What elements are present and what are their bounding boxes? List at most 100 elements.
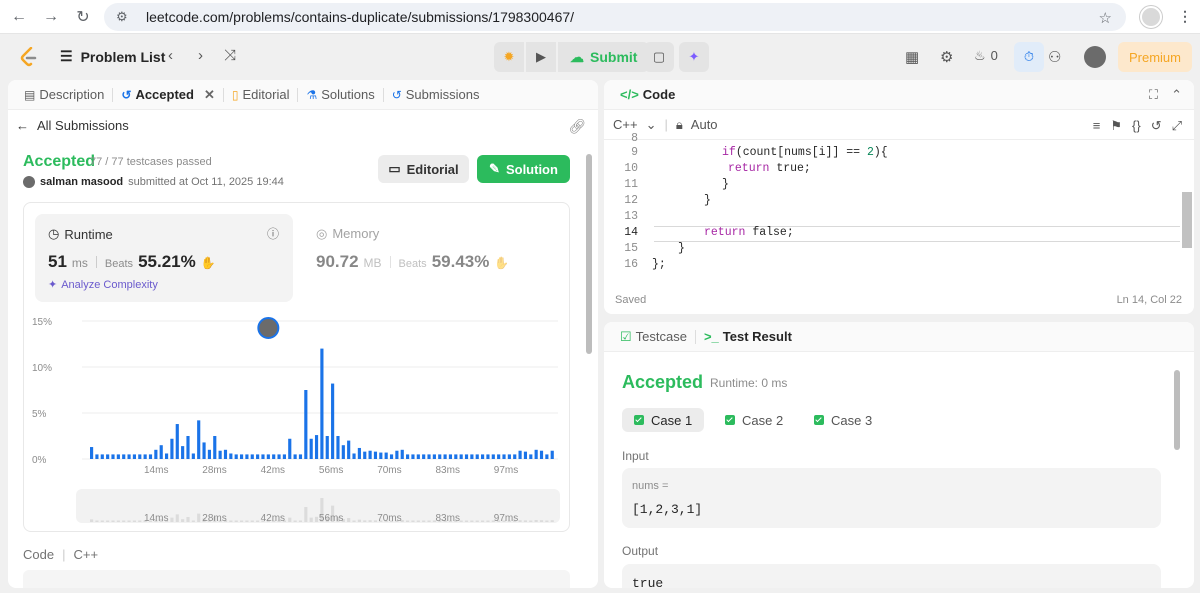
divider [389, 256, 391, 268]
streak-counter[interactable]: ♨ 0 [974, 48, 998, 64]
bookmark-star-icon[interactable]: ☆ [1099, 9, 1112, 27]
overview-bar [122, 520, 126, 522]
shuffle-icon[interactable]: ⤨ [224, 47, 236, 64]
tab-accepted[interactable]: ↺ Accepted ✕ [113, 87, 223, 103]
y-tick-label: 5% [32, 409, 47, 420]
runtime-bar [373, 451, 378, 459]
overview-bar [181, 519, 185, 522]
overview-bar [239, 520, 244, 522]
browser-profile-avatar[interactable] [1140, 6, 1162, 28]
code-editor[interactable]: 8 9 if(count[nums[i]] == 2){ 10 return tru… [604, 132, 1180, 280]
url-text[interactable]: leetcode.com/problems/contains-duplicate… [146, 9, 574, 25]
user-avatar[interactable] [1084, 46, 1106, 68]
runtime-distribution-chart[interactable]: 15% 10% 5% 0% 14ms 28ms 42ms 56ms 70ms 83ms 97ms 14… [24, 311, 569, 531]
overview-bar [229, 520, 233, 522]
left-panel-scrollbar[interactable] [586, 154, 592, 354]
tab-test-result[interactable]: >_ Test Result [696, 329, 800, 344]
sparkle-icon: ✦ [48, 279, 58, 291]
code-label: Code [23, 547, 55, 562]
problem-list-button[interactable]: ☰ Problem List [60, 48, 165, 65]
tab-editorial[interactable]: ▯ Editorial [224, 87, 298, 102]
tab-solutions[interactable]: ⚗ Solutions [298, 87, 382, 102]
test-panel-scrollbar[interactable] [1174, 370, 1180, 450]
cursor-position: Ln 14, Col 22 [1116, 294, 1182, 306]
runtime-bar [443, 454, 447, 459]
leetcode-logo-icon[interactable] [20, 47, 38, 67]
runtime-bar [143, 454, 147, 459]
runtime-bar [459, 454, 463, 459]
tab-testcase[interactable]: ☑ Testcase [612, 329, 695, 345]
info-icon[interactable]: ⓘ [267, 225, 279, 242]
browser-menu-icon[interactable]: ⋮ [1178, 8, 1192, 25]
runtime-box[interactable]: ◷ Runtime ⓘ 51 ms Beats 55.21% ✋ ✦ Analy… [35, 214, 293, 302]
overview-bar [175, 514, 179, 522]
submitter-info: salman masood submitted at Oct 11, 2025 … [23, 176, 284, 188]
overview-bar [186, 517, 190, 522]
share-link-icon[interactable]: 🔗︎ [568, 118, 586, 135]
submit-button[interactable]: ☁ Submit [558, 42, 650, 72]
sparkle-icon: ✦ [688, 49, 700, 64]
analyze-label: Analyze Complexity [61, 278, 158, 291]
premium-button[interactable]: Premium [1118, 42, 1192, 72]
runtime-bar [159, 445, 163, 459]
ai-assist-button[interactable]: ✦ [679, 42, 709, 72]
runtime-bar [475, 454, 479, 459]
notes-button[interactable]: ▢ [644, 42, 674, 72]
runtime-bar [223, 449, 228, 459]
case-1-tab[interactable]: Case 1 [622, 408, 705, 432]
submitter-avatar[interactable] [23, 176, 35, 188]
all-submissions-link[interactable]: ← All Submissions [16, 118, 129, 133]
tab-code[interactable]: </> Code [612, 87, 683, 102]
code-text: } [678, 242, 685, 255]
settings-gear-icon[interactable]: ⚙ [940, 48, 953, 66]
line-number: 11 [624, 178, 638, 191]
code-scrollbar[interactable] [1182, 192, 1192, 248]
tab-description[interactable]: ▤ Description [16, 87, 112, 102]
memory-value: 90.72 [316, 252, 359, 271]
address-bar[interactable]: ⚙ leetcode.com/problems/contains-duplica… [104, 3, 1126, 31]
case-3-tab[interactable]: Case 3 [802, 408, 884, 432]
runtime-bar [261, 454, 265, 459]
analyze-complexity-link[interactable]: ✦ Analyze Complexity [48, 278, 158, 292]
x-tick-label: 56ms [319, 465, 343, 476]
runtime-bar [170, 438, 174, 459]
maximize-icon[interactable]: ⛶ [1149, 87, 1158, 103]
forward-icon[interactable]: → [40, 7, 62, 27]
runtime-bar [438, 454, 442, 459]
run-button[interactable]: ▶ [526, 42, 556, 72]
debug-button[interactable]: ✹ [494, 42, 524, 72]
runtime-bar [368, 450, 372, 459]
auto-mode-label[interactable]: Auto [691, 117, 718, 132]
prev-problem-icon[interactable]: ‹ [168, 47, 173, 64]
output-box: true [622, 564, 1161, 588]
next-problem-icon[interactable]: › [198, 47, 203, 64]
runtime-bar [325, 436, 329, 459]
collapse-icon[interactable]: ⌃ [1171, 87, 1182, 103]
code-text: return false; [704, 226, 794, 239]
runtime-bar [448, 454, 453, 459]
solution-button[interactable]: ✎ Solution [477, 155, 570, 183]
chevron-down-icon[interactable]: ⌄ [646, 117, 657, 133]
overview-bar [352, 520, 356, 522]
language-select[interactable]: C++ [613, 117, 638, 132]
overview-bar [470, 520, 474, 522]
tab-submissions[interactable]: ↺ Submissions [384, 87, 488, 102]
close-tab-icon[interactable]: ✕ [204, 87, 215, 103]
add-friend-icon[interactable]: ⚇ [1048, 48, 1061, 66]
back-icon[interactable]: ← [8, 7, 30, 27]
overview-bar [314, 516, 319, 522]
memory-value-row[interactable]: 90.72 MB Beats 59.43% ✋ [316, 252, 509, 272]
site-settings-icon[interactable]: ⚙ [116, 9, 132, 25]
case-2-tab[interactable]: Case 2 [713, 408, 795, 432]
save-status: Saved [615, 294, 647, 306]
timer-button[interactable]: ⏱ [1014, 42, 1044, 72]
tab-label: Description [39, 87, 105, 102]
run-submit-group: ✹ ▶ ☁ Submit [494, 42, 650, 72]
memory-label-row[interactable]: ◎ Memory [316, 226, 379, 242]
editorial-button[interactable]: ▭ Editorial [378, 155, 469, 183]
runtime-bar [470, 454, 474, 459]
submitter-name[interactable]: salman masood [40, 176, 123, 188]
layout-icon[interactable]: ▦ [905, 48, 919, 66]
reload-icon[interactable]: ↻ [72, 7, 94, 27]
history-icon: ↺ [391, 87, 402, 102]
